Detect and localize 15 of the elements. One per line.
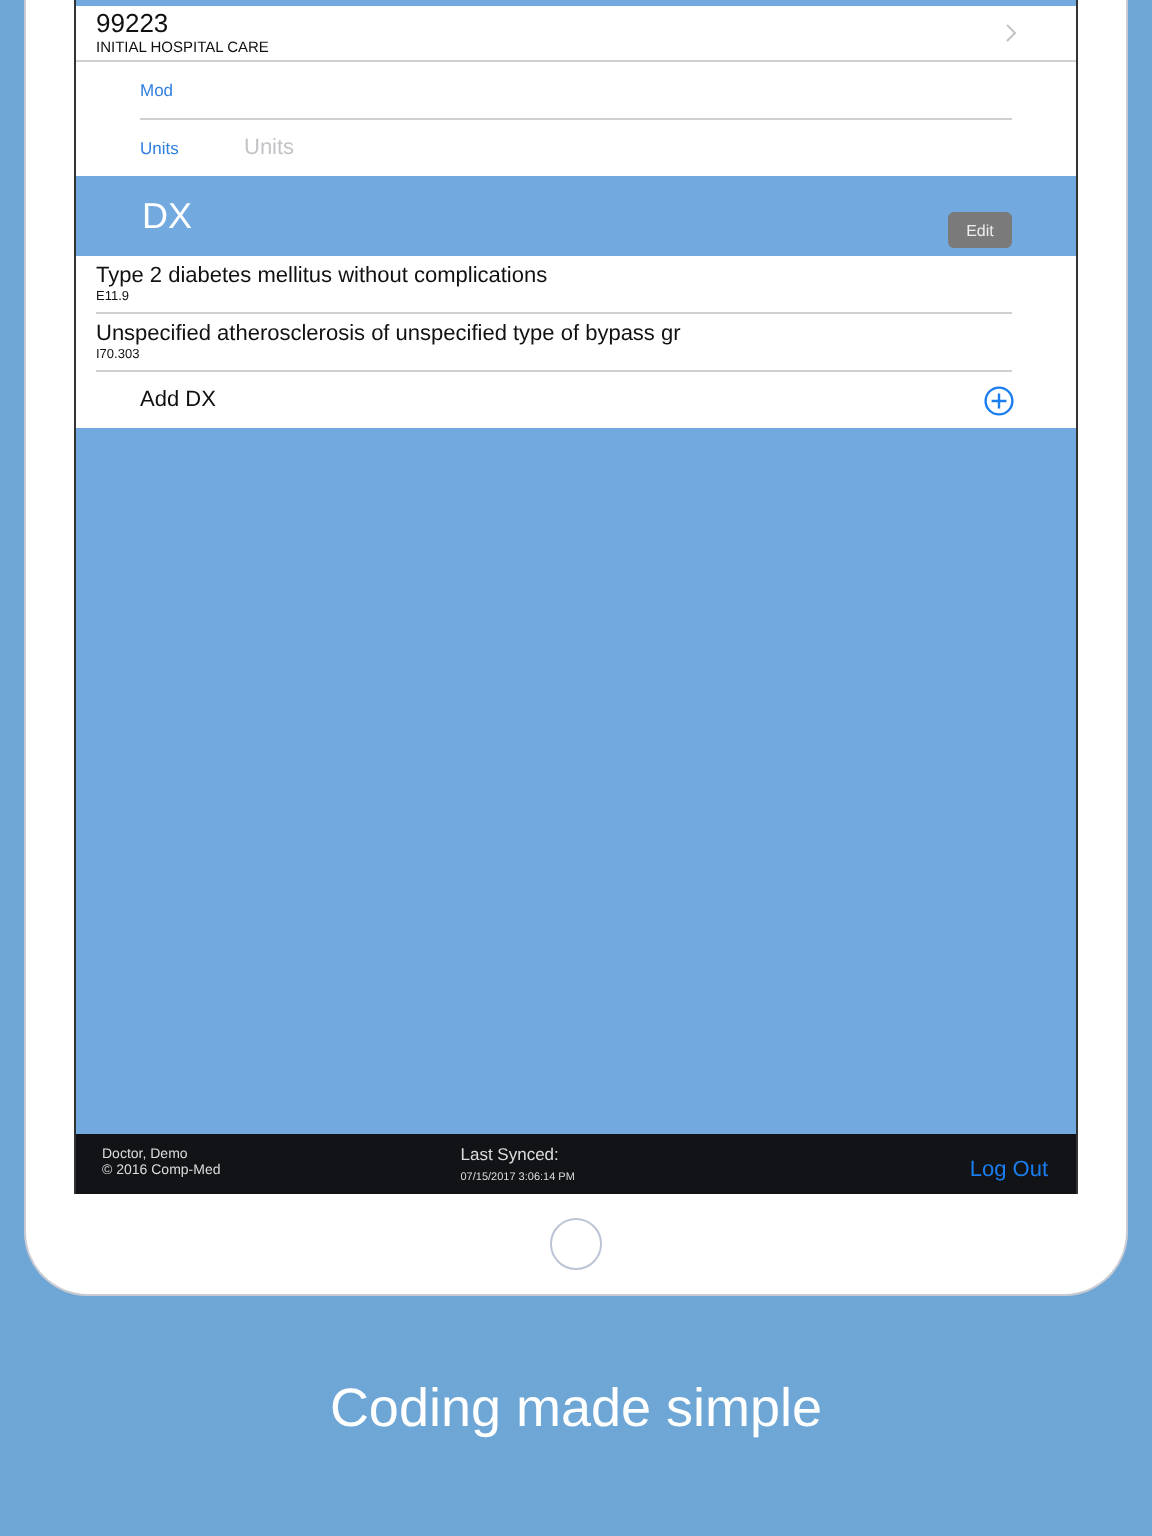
sync-label: Last Synced:: [460, 1144, 561, 1164]
section-title: DX: [142, 195, 193, 237]
units-field[interactable]: Units: [244, 136, 524, 160]
procedure-code: 99223: [96, 9, 171, 37]
diagnosis-description[interactable]: Type 2 diabetes mellitus without complications: [96, 263, 1012, 289]
mod-label: Mod: [140, 80, 176, 100]
units-label: Units: [140, 138, 181, 158]
log-out-link[interactable]: Log Out: [969, 1158, 1048, 1182]
edit-button[interactable]: Edit: [948, 212, 1012, 248]
plus-circle-icon[interactable]: [984, 385, 1014, 415]
caption: Coding made simple: [329, 1375, 823, 1442]
chevron-right-icon[interactable]: [1006, 24, 1016, 42]
home-button[interactable]: [550, 1218, 602, 1270]
add-dx-label[interactable]: Add DX: [140, 388, 216, 412]
diagnosis-description[interactable]: Unspecified atherosclerosis of unspecified type of bypass gr: [96, 321, 1012, 347]
